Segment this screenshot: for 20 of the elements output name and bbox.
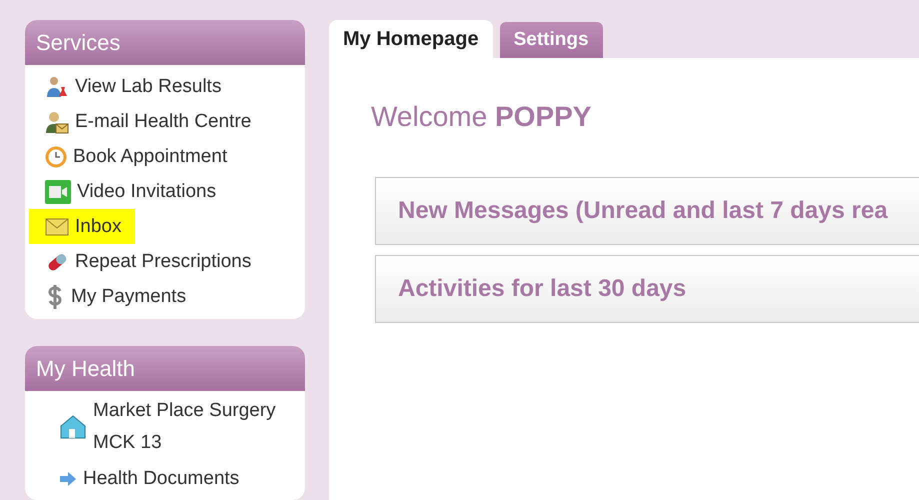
clock-icon — [45, 146, 67, 168]
person-envelope-icon — [45, 110, 69, 134]
sidebar-item[interactable]: Repeat Prescriptions — [29, 244, 266, 279]
sidebar-item[interactable]: Health Documents — [43, 461, 254, 496]
panel-header: Services — [25, 20, 305, 65]
welcome-heading: Welcome POPPY — [371, 100, 592, 134]
panel-header: My Health — [25, 346, 305, 392]
video-camera-icon — [45, 180, 71, 204]
sidebar-item[interactable]: Book Appointment — [29, 139, 242, 174]
sidebar-item[interactable]: Inbox — [29, 209, 136, 244]
sidebar-item[interactable]: Video Invitations — [29, 174, 230, 209]
arrow-icon — [59, 472, 77, 486]
sidebar-item[interactable]: View Lab Results — [29, 69, 236, 104]
envelope-icon — [45, 218, 69, 236]
house-icon — [59, 414, 87, 440]
sidebar-item[interactable]: Market Place Surgery MCK 13 — [43, 393, 305, 462]
sidebar-item[interactable]: E-mail Health Centre — [29, 104, 266, 139]
tab[interactable]: My Homepage — [329, 20, 493, 58]
sidebar-item[interactable]: My Payments — [29, 279, 200, 314]
lab-results-icon — [45, 74, 69, 98]
